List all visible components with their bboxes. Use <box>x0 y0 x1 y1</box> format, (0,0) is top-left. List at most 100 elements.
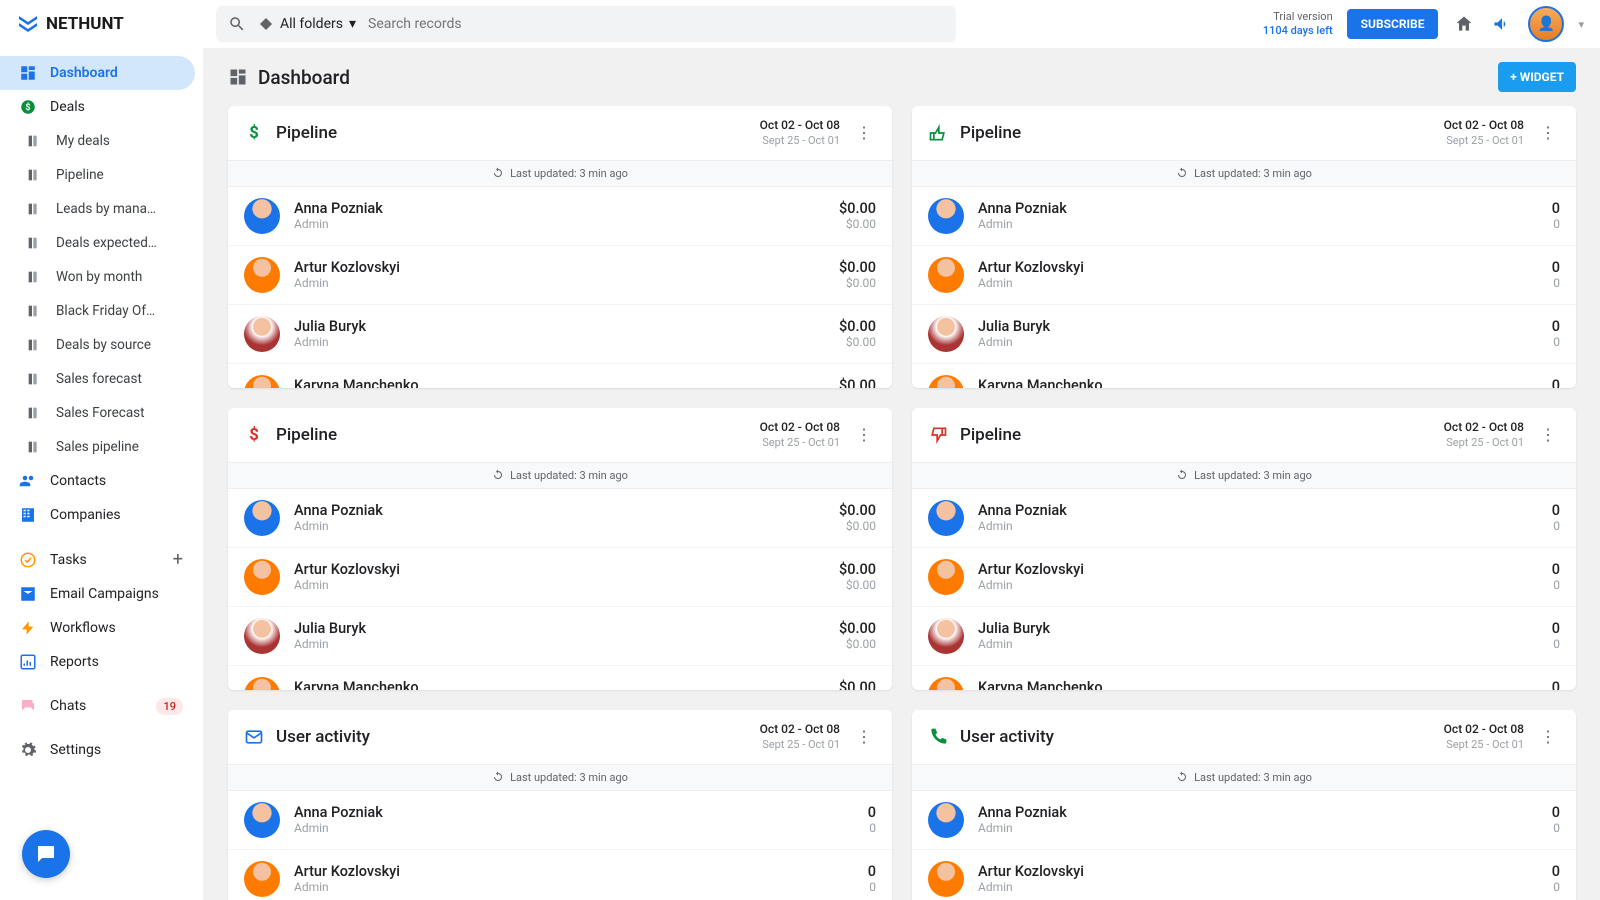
user-avatar[interactable]: 👤 <box>1528 6 1564 42</box>
person-avatar <box>244 500 280 536</box>
chat-fab[interactable] <box>22 830 70 878</box>
person-name: Karyna Manchenko <box>294 679 825 690</box>
home-icon[interactable] <box>1452 12 1476 36</box>
person-name: Karyna Manchenko <box>978 679 1538 690</box>
nav-deals-sub-2[interactable]: Leads by mana… <box>0 192 195 226</box>
person-avatar <box>928 677 964 690</box>
widget-row[interactable]: Julia BurykAdmin00 <box>912 607 1576 666</box>
nav-deals-sub-5[interactable]: Black Friday Of… <box>0 294 195 328</box>
widget-row[interactable]: Artur KozlovskyiAdmin00 <box>912 246 1576 305</box>
person-role: Admin <box>978 217 1538 231</box>
widget-row[interactable]: Anna PozniakAdmin00 <box>912 489 1576 548</box>
nav-deals-sub-7[interactable]: Sales forecast <box>0 362 195 396</box>
folder-selector[interactable]: All folders ▾ <box>258 16 356 32</box>
dashboard-icon <box>18 63 38 83</box>
person-name: Anna Pozniak <box>978 502 1538 519</box>
widget-row[interactable]: Karyna ManchenkoAdmin$0.00$0.00 <box>228 666 892 690</box>
person-avatar <box>928 316 964 352</box>
row-subvalue: 0 <box>1552 578 1560 592</box>
search-input[interactable] <box>368 16 944 32</box>
search-icon <box>228 15 246 33</box>
widget-row[interactable]: Karyna ManchenkoAdmin$0.00$0.00 <box>228 364 892 388</box>
column-icon <box>24 403 44 423</box>
nav-deals-sub-0[interactable]: My deals <box>0 124 195 158</box>
widget-row[interactable]: Julia BurykAdmin$0.00$0.00 <box>228 305 892 364</box>
widget-menu-icon[interactable]: ⋮ <box>852 123 876 142</box>
add-widget-button[interactable]: + WIDGET <box>1498 62 1576 92</box>
nav-deals-sub-3[interactable]: Deals expected… <box>0 226 195 260</box>
widget-row[interactable]: Artur KozlovskyiAdmin00 <box>912 850 1576 900</box>
person-role: Admin <box>294 276 825 290</box>
person-role: Admin <box>978 578 1538 592</box>
nav-chats[interactable]: Chats 19 <box>0 689 195 723</box>
avatar-chevron[interactable]: ▾ <box>1578 18 1584 31</box>
nav-workflows[interactable]: Workflows <box>0 611 195 645</box>
widget-row[interactable]: Artur KozlovskyiAdmin$0.00$0.00 <box>228 246 892 305</box>
subscribe-button[interactable]: SUBSCRIBE <box>1347 9 1439 39</box>
widget-dates: Oct 02 - Oct 08Sept 25 - Oct 01 <box>760 118 840 148</box>
person-role: Admin <box>978 276 1538 290</box>
person-avatar <box>244 618 280 654</box>
nav-companies[interactable]: Companies <box>0 498 195 532</box>
person-role: Admin <box>294 335 825 349</box>
widget-row[interactable]: Anna PozniakAdmin$0.00$0.00 <box>228 489 892 548</box>
widget-row[interactable]: Anna PozniakAdmin00 <box>912 187 1576 246</box>
widget-row[interactable]: Artur KozlovskyiAdmin$0.00$0.00 <box>228 548 892 607</box>
widget-row[interactable]: Anna PozniakAdmin$0.00$0.00 <box>228 187 892 246</box>
widget-menu-icon[interactable]: ⋮ <box>1536 123 1560 142</box>
widget-menu-icon[interactable]: ⋮ <box>852 727 876 746</box>
nav-email[interactable]: Email Campaigns <box>0 577 195 611</box>
person-role: Admin <box>294 519 825 533</box>
sidebar: Dashboard $ Deals My dealsPipelineLeads … <box>0 48 204 900</box>
widget-row[interactable]: Julia BurykAdmin00 <box>912 305 1576 364</box>
workflows-icon <box>18 618 38 638</box>
logo[interactable]: NETHUNT <box>16 12 204 36</box>
widget-row[interactable]: Anna PozniakAdmin00 <box>228 791 892 850</box>
person-name: Karyna Manchenko <box>978 377 1538 388</box>
chats-badge: 19 <box>156 698 183 715</box>
brand-text: NETHUNT <box>46 14 124 34</box>
row-value: 0 <box>1552 620 1560 637</box>
tag-icon <box>258 16 274 32</box>
widget-updated: Last updated: 3 min ago <box>912 764 1576 791</box>
widget-title: User activity <box>276 727 370 747</box>
widget-row[interactable]: Anna PozniakAdmin00 <box>912 791 1576 850</box>
person-avatar <box>928 257 964 293</box>
nav-deals-sub-6[interactable]: Deals by source <box>0 328 195 362</box>
add-task-icon[interactable]: + <box>173 549 183 570</box>
widget-row[interactable]: Artur KozlovskyiAdmin00 <box>912 548 1576 607</box>
widget-menu-icon[interactable]: ⋮ <box>1536 727 1560 746</box>
person-avatar <box>928 618 964 654</box>
widget-icon: $ <box>244 123 264 143</box>
widget-icon <box>928 425 948 445</box>
svg-text:$: $ <box>249 124 259 143</box>
widget-row[interactable]: Artur KozlovskyiAdmin00 <box>228 850 892 900</box>
nav-deals-sub-1[interactable]: Pipeline <box>0 158 195 192</box>
widget-icon <box>928 727 948 747</box>
widget-row[interactable]: Karyna ManchenkoAdmin00 <box>912 364 1576 388</box>
row-subvalue: 0 <box>1552 880 1560 894</box>
nav-deals[interactable]: $ Deals <box>0 90 195 124</box>
row-value: $0.00 <box>839 318 876 335</box>
widget-row[interactable]: Julia BurykAdmin$0.00$0.00 <box>228 607 892 666</box>
settings-icon <box>18 740 38 760</box>
row-value: $0.00 <box>839 377 876 388</box>
nav-deals-sub-8[interactable]: Sales Forecast <box>0 396 195 430</box>
person-name: Artur Kozlovskyi <box>978 561 1538 578</box>
campaign-icon[interactable] <box>1490 12 1514 36</box>
widget-row[interactable]: Karyna ManchenkoAdmin00 <box>912 666 1576 690</box>
nav-contacts[interactable]: Contacts <box>0 464 195 498</box>
nav-deals-sub-4[interactable]: Won by month <box>0 260 195 294</box>
nav-dashboard[interactable]: Dashboard <box>0 56 195 90</box>
widget-menu-icon[interactable]: ⋮ <box>1536 425 1560 444</box>
widget-updated: Last updated: 3 min ago <box>228 764 892 791</box>
search-bar[interactable]: All folders ▾ <box>216 6 956 42</box>
nav-tasks[interactable]: Tasks + <box>0 542 195 577</box>
widget-title: User activity <box>960 727 1054 747</box>
nav-reports[interactable]: Reports <box>0 645 195 679</box>
nav-deals-sub-9[interactable]: Sales pipeline <box>0 430 195 464</box>
row-subvalue: 0 <box>1552 335 1560 349</box>
widget-menu-icon[interactable]: ⋮ <box>852 425 876 444</box>
nav-settings[interactable]: Settings <box>0 733 195 767</box>
person-avatar <box>928 802 964 838</box>
